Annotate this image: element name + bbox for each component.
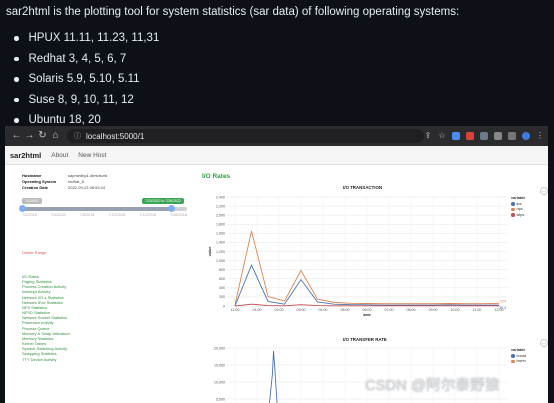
statistics-menu: I/O Rates Paging Statistics Process Creati… <box>22 274 70 362</box>
x-tick-label: 02:00 <box>275 308 284 312</box>
nav-about[interactable]: About <box>51 152 68 159</box>
y-tick-label: 1,600 <box>216 232 225 236</box>
sidebar-icon[interactable] <box>508 132 516 140</box>
bookmark-star-icon[interactable]: ☆ <box>438 126 446 146</box>
slider-selected-range <box>22 207 171 211</box>
legend-item-wtps[interactable]: wtps <box>511 212 525 218</box>
host-info-table: Hostname sapmedbp1.dlmidsvr8 Operating Sy… <box>22 173 107 191</box>
y-tick-label: 15,000 <box>214 363 225 367</box>
host-info-row: Creation Date 2022-09-23 08:53:24 <box>22 185 106 190</box>
bullet-icon <box>14 56 19 61</box>
chart-title-io-transfer-rate: I/O TRANSFER RATE <box>343 337 387 342</box>
io-transaction-chart: 0 200 400 600 800 1,000 1,200 1,400 1,600 1,800 2,… <box>208 195 507 317</box>
shield-extension-icon[interactable] <box>452 132 460 140</box>
y-tick-label: 2,000 <box>216 213 225 217</box>
url-text: localhost:5000/1 <box>86 131 145 141</box>
os-list-item: Solaris 5.9, 5.10, 5.11 <box>12 71 159 92</box>
profile-icon[interactable] <box>522 132 530 140</box>
puzzle-icon[interactable] <box>494 132 502 140</box>
app-brand[interactable]: sar2html <box>10 151 41 160</box>
home-icon[interactable]: ⌂ <box>49 126 62 146</box>
end-label: 36.4 <box>499 306 506 310</box>
x-tick-label: 10:00 <box>451 308 460 312</box>
x-tick-label: 08:00 <box>407 308 416 312</box>
series-line-bread <box>269 350 278 403</box>
y-tick-label: 0 <box>223 304 225 308</box>
legend-swatch <box>511 354 515 358</box>
y-tick-label: 800 <box>219 268 225 272</box>
browser-window: ← → ↻ ⌂ ⓘ localhost:5000/1 ⇪ ☆ ⋮ sar2htm… <box>5 126 548 403</box>
reload-icon[interactable]: ↻ <box>36 126 49 146</box>
info-icon[interactable]: ⓘ <box>74 131 81 141</box>
y-tick-label: 1,800 <box>216 223 225 227</box>
app-navbar: sar2html About New Host <box>5 146 548 165</box>
y-tick-label: 10,000 <box>214 380 225 384</box>
y-axis-label: value <box>208 247 212 257</box>
bullet-icon <box>14 36 19 41</box>
y-tick-label: 1,200 <box>216 250 225 254</box>
os-list-item: Redhat 3, 4, 5, 6, 7 <box>12 51 159 72</box>
legend-item-bwrtn[interactable]: bwrtn <box>511 359 526 365</box>
range-start-handle[interactable] <box>19 205 26 212</box>
range-end-handle[interactable] <box>167 205 175 212</box>
x-tick-label: 01:00 <box>253 308 262 312</box>
legend-swatch <box>511 359 515 363</box>
range-start-tag: 7/2/2022 <box>22 198 42 204</box>
os-list-item: HPUX 11.11, 11.23, 11,31 <box>12 30 159 51</box>
y-tick-label: 200 <box>219 295 225 299</box>
y-tick-label: 400 <box>219 286 225 290</box>
extension-icons: ⇪ ☆ ⋮ <box>424 126 544 146</box>
share-icon[interactable]: ⇪ <box>424 126 432 146</box>
y-tick-label: 1,000 <box>216 259 225 263</box>
chart-title-io-transaction: I/O TRANSACTION <box>343 185 383 190</box>
menu-dots-icon[interactable]: ⋮ <box>536 126 544 146</box>
address-bar[interactable]: ⓘ localhost:5000/1 <box>67 129 424 143</box>
y-tick-label: 600 <box>219 277 225 281</box>
intro-text: sar2html is the plotting tool for system… <box>6 6 460 18</box>
chart1-legend: variable tps rtps wtps <box>511 196 526 218</box>
x-tick-label: 12:00 <box>231 308 240 312</box>
bullet-icon <box>14 118 19 123</box>
stat-link[interactable]: TTY Device Activity <box>22 357 70 362</box>
x-tick-label: 04:00 <box>319 308 328 312</box>
red-extension-icon[interactable] <box>466 132 474 140</box>
section-title: I/O Rates <box>202 173 231 180</box>
x-tick-label: 09:00 <box>429 308 438 312</box>
x-tick-label: 03:00 <box>297 308 306 312</box>
x-tick-label: 05:00 <box>341 308 350 312</box>
right-panel: I/O Rates I/O TRANSACTION … 0 200 400 600 80… <box>195 165 548 403</box>
date-range-slider[interactable]: 7/2/2022 7/23/2022 to 7/26/2022 7/2/2018… <box>19 198 187 220</box>
y-tick-label: 2,200 <box>216 204 225 208</box>
chart2-legend: variable bread bwrtn <box>511 348 527 365</box>
extension-icon[interactable] <box>480 132 488 140</box>
y-tick-label: 2,400 <box>216 195 225 199</box>
back-arrow-icon[interactable]: ← <box>10 126 23 146</box>
x-tick-label: 11:00 <box>473 308 482 312</box>
watermark: CSDN @阿尔泰野狼 <box>365 378 500 394</box>
forward-arrow-icon[interactable]: → <box>23 126 36 146</box>
y-tick-label: 20,000 <box>214 346 225 350</box>
os-list-item: Suse 8, 9, 10, 11, 12 <box>12 92 159 113</box>
x-tick-label: 06:00 <box>363 308 372 312</box>
y-tick-label: 5,000 <box>216 397 225 401</box>
legend-swatch <box>511 202 515 206</box>
bullet-icon <box>14 97 19 102</box>
legend-swatch <box>511 207 515 211</box>
legend-swatch <box>511 213 515 217</box>
slider-date-labels: 7/2/2018 7/4/2018 7/8/2018 7/10/2018 7/1… <box>22 213 187 217</box>
end-label: 224 <box>500 299 506 303</box>
browser-toolbar: ← → ↻ ⌂ ⓘ localhost:5000/1 ⇪ ☆ ⋮ <box>5 126 548 146</box>
nav-new-host[interactable]: New Host <box>78 152 106 159</box>
bullet-icon <box>14 77 19 82</box>
left-panel: Hostname sapmedbp1.dlmidsvr8 Operating Sy… <box>5 165 195 403</box>
x-tick-label: 07:00 <box>385 308 394 312</box>
range-end-tag: 7/23/2022 to 7/26/2022 <box>142 198 185 204</box>
x-axis-label: date <box>363 313 371 317</box>
y-tick-label: 1,400 <box>216 241 225 245</box>
os-list: HPUX 11.11, 11.23, 11,31 Redhat 3, 4, 5,… <box>12 30 159 133</box>
delete-range-link[interactable]: Delete Range <box>22 250 46 255</box>
